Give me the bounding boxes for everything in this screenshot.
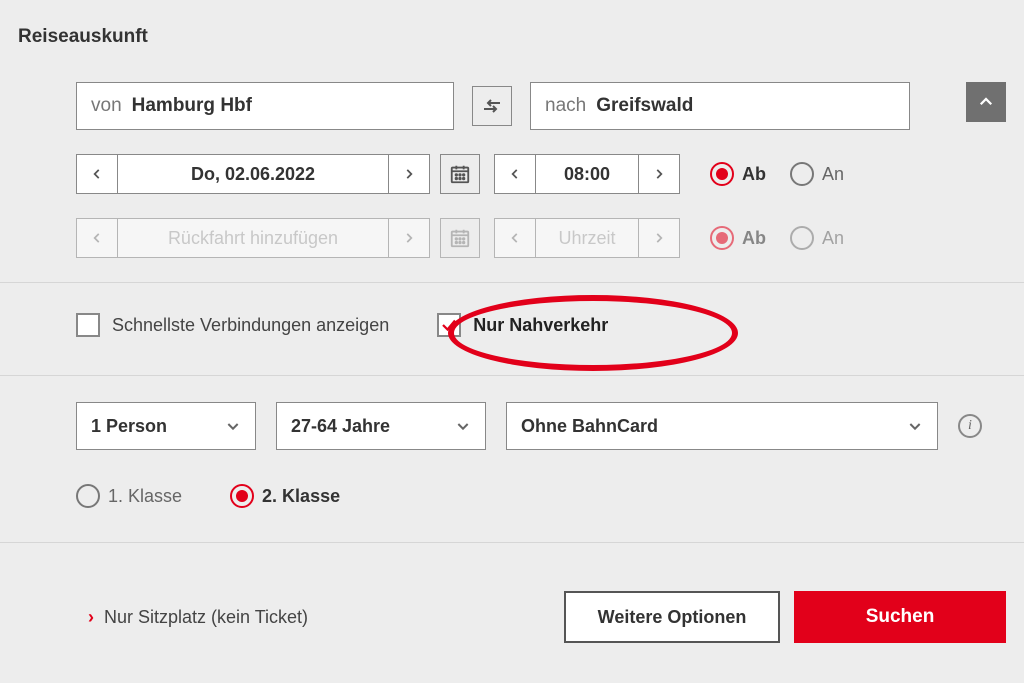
chevron-left-icon (90, 167, 104, 181)
outbound-calendar-button[interactable] (440, 154, 480, 194)
more-options-button[interactable]: Weitere Optionen (564, 591, 780, 643)
regional-label: Nur Nahverkehr (473, 315, 608, 336)
from-label: von (91, 95, 122, 117)
chevron-down-icon (907, 418, 923, 434)
to-value: Greifswald (596, 95, 693, 117)
first-class-label: 1. Klasse (108, 486, 182, 507)
chevron-right-icon (402, 167, 416, 181)
return-ab-radio[interactable]: Ab (710, 226, 766, 250)
second-class-label: 2. Klasse (262, 486, 340, 507)
return-calendar-button[interactable] (440, 218, 480, 258)
bahncard-select[interactable]: Ohne BahnCard (506, 402, 938, 450)
collapse-button[interactable] (966, 82, 1006, 122)
person-value: 1 Person (91, 416, 167, 437)
time-prev-button[interactable] (495, 155, 535, 193)
to-station-input[interactable]: nach Greifswald (530, 82, 910, 130)
search-button[interactable]: Suchen (794, 591, 1006, 643)
age-value: 27-64 Jahre (291, 416, 390, 437)
outbound-ab-radio[interactable]: Ab (710, 162, 766, 186)
return-date-input[interactable]: Rückfahrt hinzufügen (117, 219, 389, 257)
to-label: nach (545, 95, 586, 117)
return-date-group: Rückfahrt hinzufügen (76, 218, 430, 258)
return-time-next-button[interactable] (639, 219, 679, 257)
swap-stations-button[interactable] (472, 86, 512, 126)
check-icon (440, 316, 458, 334)
chevron-right-icon: › (88, 607, 94, 628)
fastest-label: Schnellste Verbindungen anzeigen (112, 315, 389, 336)
return-date-prev-button[interactable] (77, 219, 117, 257)
calendar-icon (449, 227, 471, 249)
outbound-date-input[interactable]: Do, 02.06.2022 (117, 155, 389, 193)
from-station-input[interactable]: von Hamburg Hbf (76, 82, 454, 130)
return-time-group: Uhrzeit (494, 218, 680, 258)
ab-label: Ab (742, 228, 766, 249)
chevron-right-icon (652, 167, 666, 181)
return-time-input[interactable]: Uhrzeit (535, 219, 639, 257)
time-next-button[interactable] (639, 155, 679, 193)
return-date-next-button[interactable] (389, 219, 429, 257)
first-class-radio[interactable]: 1. Klasse (76, 484, 182, 508)
chevron-right-icon (402, 231, 416, 245)
an-label: An (822, 228, 844, 249)
person-count-select[interactable]: 1 Person (76, 402, 256, 450)
page-title: Reiseauskunft (18, 26, 1006, 48)
chevron-right-icon (652, 231, 666, 245)
an-label: An (822, 164, 844, 185)
calendar-icon (449, 163, 471, 185)
fastest-connections-checkbox[interactable]: Schnellste Verbindungen anzeigen (76, 313, 389, 337)
ab-label: Ab (742, 164, 766, 185)
outbound-an-radio[interactable]: An (790, 162, 844, 186)
chevron-up-icon (977, 93, 995, 111)
chevron-left-icon (508, 231, 522, 245)
chevron-down-icon (455, 418, 471, 434)
age-select[interactable]: 27-64 Jahre (276, 402, 486, 450)
from-value: Hamburg Hbf (132, 95, 252, 117)
swap-icon (480, 94, 504, 118)
outbound-time-group: 08:00 (494, 154, 680, 194)
seat-link-label: Nur Sitzplatz (kein Ticket) (104, 607, 308, 628)
outbound-time-input[interactable]: 08:00 (535, 155, 639, 193)
date-next-button[interactable] (389, 155, 429, 193)
regional-only-checkbox[interactable]: Nur Nahverkehr (437, 313, 608, 337)
seat-only-link[interactable]: › Nur Sitzplatz (kein Ticket) (88, 607, 308, 628)
info-button[interactable]: i (958, 414, 982, 438)
chevron-down-icon (225, 418, 241, 434)
return-an-radio[interactable]: An (790, 226, 844, 250)
outbound-date-group: Do, 02.06.2022 (76, 154, 430, 194)
second-class-radio[interactable]: 2. Klasse (230, 484, 340, 508)
date-prev-button[interactable] (77, 155, 117, 193)
chevron-left-icon (90, 231, 104, 245)
return-time-prev-button[interactable] (495, 219, 535, 257)
chevron-left-icon (508, 167, 522, 181)
card-value: Ohne BahnCard (521, 416, 658, 437)
